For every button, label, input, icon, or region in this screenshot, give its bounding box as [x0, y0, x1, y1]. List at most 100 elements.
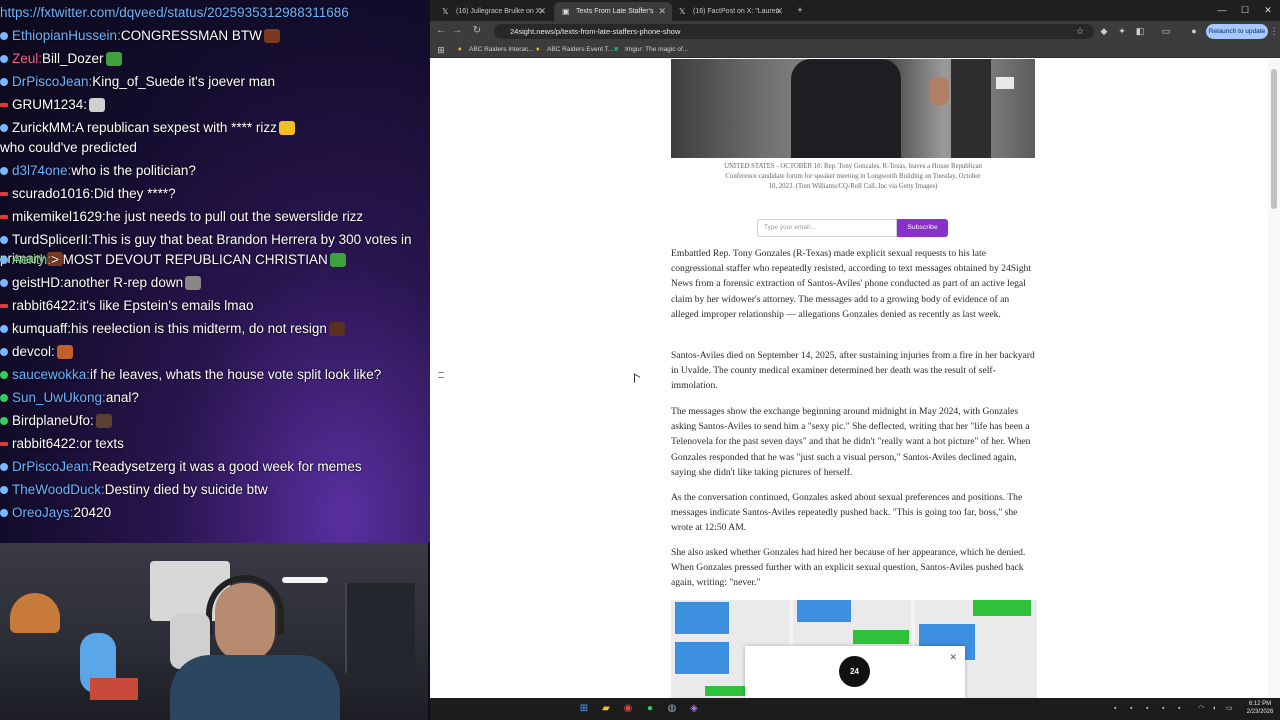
forward-arrow-icon[interactable]: →	[450, 24, 464, 38]
chat-badge-icon	[0, 348, 8, 357]
taskbar-clock[interactable]: 6:12 PM 2/23/2026	[1242, 700, 1278, 716]
extension-icon[interactable]: ✦	[1116, 25, 1128, 37]
streamer-shirt	[170, 655, 340, 720]
tab-x-factpost[interactable]: 𝕏 (16) FactPost on X: "Lauren Bo ✕	[671, 2, 789, 34]
close-popup-icon[interactable]: ✕	[949, 652, 957, 663]
chat-username[interactable]: rabbit6422:	[12, 298, 80, 313]
chat-username[interactable]: DrPiscoJean:	[12, 74, 92, 89]
chrome-icon[interactable]: ◉	[620, 701, 636, 717]
reload-icon[interactable]: ↻	[470, 24, 484, 38]
chat-username[interactable]: Aerith:	[12, 252, 51, 267]
chat-username[interactable]: TheWoodDuck:	[12, 482, 105, 497]
chat-username[interactable]: d3l74one:	[12, 163, 71, 178]
scrollbar-thumb[interactable]	[1271, 69, 1277, 209]
spotify-icon[interactable]: ●	[642, 701, 658, 717]
tray-icon[interactable]: ▪	[1130, 704, 1139, 713]
page-scrollbar[interactable]	[1268, 59, 1280, 698]
close-window-icon[interactable]: ✕	[1258, 2, 1278, 18]
bookmark-label: Imgur: The magic of...	[625, 46, 689, 53]
chat-username[interactable]: OreoJays:	[12, 505, 74, 520]
bookmark-raiders-event[interactable]: ♦ ABC Raiders Event T...	[536, 44, 616, 56]
address-bar[interactable]: 24sight.news/p/texts-from-late-staffers-…	[494, 24, 1094, 39]
chat-message: DrPiscoJean:King_of_Suede it's joever ma…	[0, 72, 430, 91]
chat-badge-icon	[0, 256, 8, 265]
email-field[interactable]: Type your email...	[757, 219, 897, 237]
24sight-favicon-icon: ▣	[562, 7, 570, 16]
chat-emote-icon	[105, 52, 122, 67]
chat-username[interactable]: Sun_UwUkong:	[12, 390, 106, 405]
close-tab-icon[interactable]: ✕	[658, 2, 666, 21]
volume-icon[interactable]: ◖	[1212, 704, 1221, 713]
tab-x-jullegrace[interactable]: 𝕏 (16) Jullegrace Brulke on X: "Ni ✕	[434, 2, 552, 34]
article-paragraph: As the conversation continued, Gonzales …	[671, 492, 1023, 534]
sidebar-handle-icon[interactable]	[438, 372, 444, 378]
chat-username[interactable]: DrPiscoJean:	[12, 459, 92, 474]
chat-message: Zeul:Bill_Dozer	[0, 49, 430, 68]
tray-icon[interactable]: ▪	[1162, 704, 1171, 713]
chat-message: TheWoodDuck:Destiny died by suicide btw	[0, 480, 430, 499]
chat-username[interactable]: GRUM1234:	[12, 97, 87, 112]
tray-icon[interactable]: ▪	[1146, 704, 1155, 713]
side-panel-icon[interactable]: ▭	[1160, 25, 1172, 37]
chat-badge-icon	[0, 442, 8, 447]
bookmark-star-icon[interactable]: ☆	[1074, 25, 1086, 37]
chat-username[interactable]: kumquaff:	[12, 321, 71, 336]
chat-message: scurado1016:Did they ****?	[0, 184, 430, 203]
chat-username[interactable]: ZurickMM:	[12, 120, 75, 135]
close-tab-icon[interactable]: ✕	[775, 2, 783, 21]
file-explorer-icon[interactable]: ▰	[598, 701, 614, 717]
obs-icon[interactable]: ◈	[686, 701, 702, 717]
chat-username[interactable]: saucewokka:	[12, 367, 90, 382]
chat-message: ZurickMM:A republican sexpest with **** …	[0, 118, 430, 137]
profile-avatar-icon[interactable]: ●	[1188, 25, 1200, 37]
new-tab-button[interactable]: +	[790, 2, 810, 18]
battery-icon[interactable]: ▭	[1226, 704, 1235, 713]
chat-badge-icon	[0, 394, 8, 403]
minimize-icon[interactable]: —	[1212, 2, 1232, 18]
promo-popup: 24 SIGHT ✕	[745, 646, 965, 698]
chat-text[interactable]: https://fxtwitter.com/dqveed/status/2025…	[0, 5, 349, 20]
extensions-puzzle-icon[interactable]: ◧	[1134, 25, 1146, 37]
chat-username[interactable]: mikemikel1629:	[12, 209, 106, 224]
chat-username[interactable]: geistHD:	[12, 275, 64, 290]
page-viewport: UNITED STATES - OCTOBER 10: Rep. Tony Go…	[430, 59, 1280, 698]
chat-text: Bill_Dozer	[42, 51, 104, 66]
bookmark-label: ABC Raiders Event T...	[547, 46, 614, 53]
chat-username[interactable]: TurdSplicerII:	[12, 232, 92, 247]
relaunch-to-update-button[interactable]: Relaunch to update	[1206, 24, 1268, 39]
chat-text: who is the politician?	[71, 163, 196, 178]
photo-door-sign	[996, 77, 1014, 89]
chat-username[interactable]: Zeul:	[12, 51, 42, 66]
windows-start-icon[interactable]: ⊞	[576, 701, 592, 717]
chat-message: Aerith:> MOST DEVOUT REPUBLICAN CHRISTIA…	[0, 250, 430, 269]
bookmark-imgur[interactable]: ■ Imgur: The magic of...	[614, 44, 694, 56]
tray-icon[interactable]: ▪	[1114, 704, 1123, 713]
wifi-icon[interactable]: ◠	[1198, 704, 1207, 713]
bookmark-raiders-interactive[interactable]: ♦ ABC Raiders Interac...	[458, 44, 538, 56]
subscribe-button[interactable]: Subscribe	[897, 219, 948, 237]
chat-message: EthiopianHussein:CONGRESSMAN BTW	[0, 26, 430, 45]
chat-message: DrPiscoJean:Readysetzerg it was a good w…	[0, 457, 430, 476]
message-bubble	[675, 602, 729, 634]
chat-text: Readysetzerg it was a good week for meme…	[92, 459, 362, 474]
tab-texts-from-late-staffer[interactable]: ▣ Texts From Late Staffer's Phone ✕	[554, 2, 672, 34]
chat-username[interactable]: scurado1016:	[12, 186, 94, 201]
chat-username[interactable]: devcol:	[12, 344, 55, 359]
steam-icon[interactable]: ◍	[664, 701, 680, 717]
close-tab-icon[interactable]: ✕	[538, 2, 546, 21]
chat-username[interactable]: EthiopianHussein:	[12, 28, 121, 43]
chat-username[interactable]: rabbit6422:	[12, 436, 80, 451]
tray-icon[interactable]: ▪	[1178, 704, 1187, 713]
chat-text: A republican sexpest with **** rizz	[75, 120, 277, 135]
apps-grid-icon[interactable]: ⊞	[435, 44, 447, 56]
extension-icon[interactable]: ◆	[1098, 25, 1110, 37]
chat-text: CONGRESSMAN BTW	[120, 28, 262, 43]
menu-dots-icon[interactable]: ⋮	[1268, 25, 1280, 37]
chat-text: his reelection is this midterm, do not r…	[71, 321, 327, 336]
book-stack	[90, 678, 138, 700]
photo-subject-suit	[791, 59, 901, 158]
maximize-icon[interactable]: ☐	[1235, 2, 1255, 18]
back-arrow-icon[interactable]: ←	[434, 24, 448, 38]
chat-text[interactable]: who could've predicted	[0, 140, 137, 155]
chat-username[interactable]: BirdplaneUfo:	[12, 413, 94, 428]
